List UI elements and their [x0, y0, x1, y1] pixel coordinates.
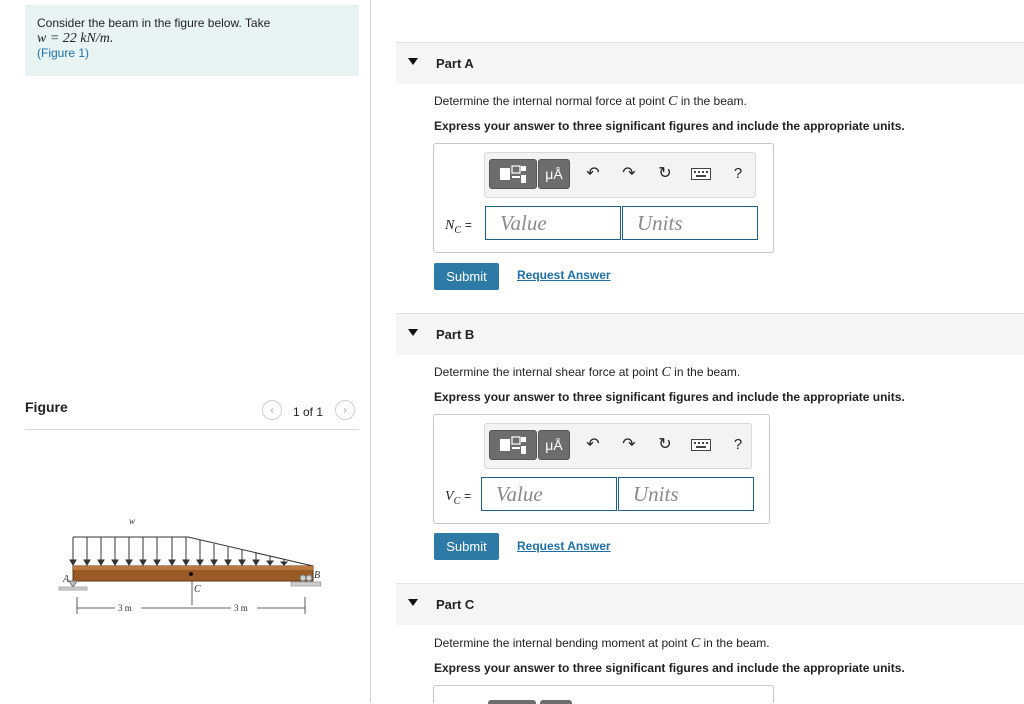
- part-c-question-end: in the beam.: [703, 636, 770, 650]
- chevron-right-icon[interactable]: ›: [335, 400, 355, 420]
- label-a: A: [62, 574, 70, 585]
- part-b-title: Part B: [436, 327, 475, 342]
- problem-given: w = 22 kN/m.: [37, 31, 114, 46]
- figure-title: Figure: [25, 399, 68, 415]
- caret-down-icon[interactable]: [408, 329, 418, 336]
- part-a-answer-box: μÅ ↶ ↷ ↻ ? NC = Value Units: [433, 143, 774, 253]
- load-arrows: [69, 537, 289, 566]
- problem-statement: Consider the beam in the figure below. T…: [25, 5, 359, 76]
- redo-icon[interactable]: ↷: [618, 163, 640, 185]
- part-a-toolbar: μÅ ↶ ↷ ↻ ?: [484, 152, 756, 198]
- part-a-title: Part A: [436, 56, 474, 71]
- help-icon[interactable]: ?: [727, 163, 749, 185]
- part-c-answer-box: [433, 685, 774, 704]
- label-c: C: [194, 584, 201, 595]
- part-c-instruction: Express your answer to three significant…: [434, 661, 905, 675]
- part-a-value-input[interactable]: Value: [485, 206, 621, 240]
- part-a-point-symbol: C: [668, 94, 678, 109]
- caret-down-icon[interactable]: [408, 58, 418, 65]
- part-b-value-input[interactable]: Value: [481, 477, 617, 511]
- help-icon[interactable]: ?: [727, 434, 749, 456]
- column-divider: [370, 0, 371, 703]
- problem-intro: Consider the beam in the figure below. T…: [37, 16, 271, 30]
- part-a-var-sub: C: [454, 224, 462, 236]
- part-c-point-symbol: C: [690, 636, 701, 651]
- part-a-question-end: in the beam.: [680, 94, 747, 108]
- part-b-instruction: Express your answer to three significant…: [434, 390, 905, 404]
- undo-icon[interactable]: ↶: [582, 434, 604, 456]
- part-b-question: Determine the internal shear force at po…: [434, 365, 740, 381]
- beam-figure: w A B C 3 m 3 m: [58, 516, 322, 614]
- figure-page-indicator: 1 of 1: [293, 405, 324, 419]
- units-icon[interactable]: μÅ: [538, 430, 570, 460]
- templates-icon[interactable]: [489, 159, 537, 189]
- part-a-question-text: Determine the internal normal force at p…: [434, 94, 665, 108]
- label-b: B: [314, 570, 320, 581]
- point-c-marker: [189, 572, 193, 576]
- caret-down-icon[interactable]: [408, 599, 418, 606]
- part-c-question: Determine the internal bending moment at…: [434, 636, 770, 652]
- part-a-instruction: Express your answer to three significant…: [434, 119, 905, 133]
- part-a-units-input[interactable]: Units: [622, 206, 758, 240]
- part-b-request-answer-link[interactable]: Request Answer: [517, 539, 611, 553]
- keyboard-icon[interactable]: [690, 434, 712, 456]
- dim-label-2: 3 m: [234, 603, 248, 613]
- part-b-variable-label: VC =: [445, 489, 472, 507]
- part-a-question: Determine the internal normal force at p…: [434, 94, 747, 110]
- part-b-submit-button[interactable]: Submit: [434, 533, 499, 560]
- load-envelope: [73, 536, 314, 567]
- figure-header: Figure ‹ 1 of 1 ›: [25, 399, 359, 430]
- figure-link[interactable]: (Figure 1): [37, 46, 347, 61]
- part-b-toolbar: μÅ ↶ ↷ ↻ ?: [484, 423, 752, 469]
- part-c-toolbar-peek-2: [540, 700, 572, 704]
- part-b-question-text: Determine the internal shear force at po…: [434, 365, 659, 379]
- part-a-header[interactable]: Part A: [396, 42, 1024, 84]
- beam-highlight: [73, 566, 313, 570]
- part-b-answer-box: μÅ ↶ ↷ ↻ ? VC = Value Units: [433, 414, 770, 524]
- part-b-var-letter: V: [445, 489, 454, 504]
- reset-icon[interactable]: ↻: [654, 434, 676, 456]
- part-a-submit-button[interactable]: Submit: [434, 263, 499, 290]
- part-a-var-letter: N: [445, 218, 455, 233]
- part-b-point-symbol: C: [661, 365, 671, 380]
- part-a-request-answer-link[interactable]: Request Answer: [517, 268, 611, 282]
- load-label: w: [129, 516, 135, 526]
- part-b-units-input[interactable]: Units: [618, 477, 754, 511]
- part-c-question-text: Determine the internal bending moment at…: [434, 636, 688, 650]
- part-b-var-sub: C: [453, 495, 461, 507]
- redo-icon[interactable]: ↷: [618, 434, 640, 456]
- templates-icon[interactable]: [489, 430, 537, 460]
- part-c-title: Part C: [436, 597, 475, 612]
- part-c-toolbar-peek: [488, 700, 536, 704]
- reset-icon[interactable]: ↻: [654, 163, 676, 185]
- units-icon[interactable]: μÅ: [538, 159, 570, 189]
- part-b-header[interactable]: Part B: [396, 313, 1024, 355]
- dim-label-1: 3 m: [118, 603, 132, 613]
- chevron-left-icon[interactable]: ‹: [262, 400, 282, 420]
- part-a-variable-label: NC =: [445, 218, 472, 236]
- part-b-question-end: in the beam.: [674, 365, 741, 379]
- part-c-header[interactable]: Part C: [396, 583, 1024, 625]
- keyboard-icon[interactable]: [690, 163, 712, 185]
- undo-icon[interactable]: ↶: [582, 163, 604, 185]
